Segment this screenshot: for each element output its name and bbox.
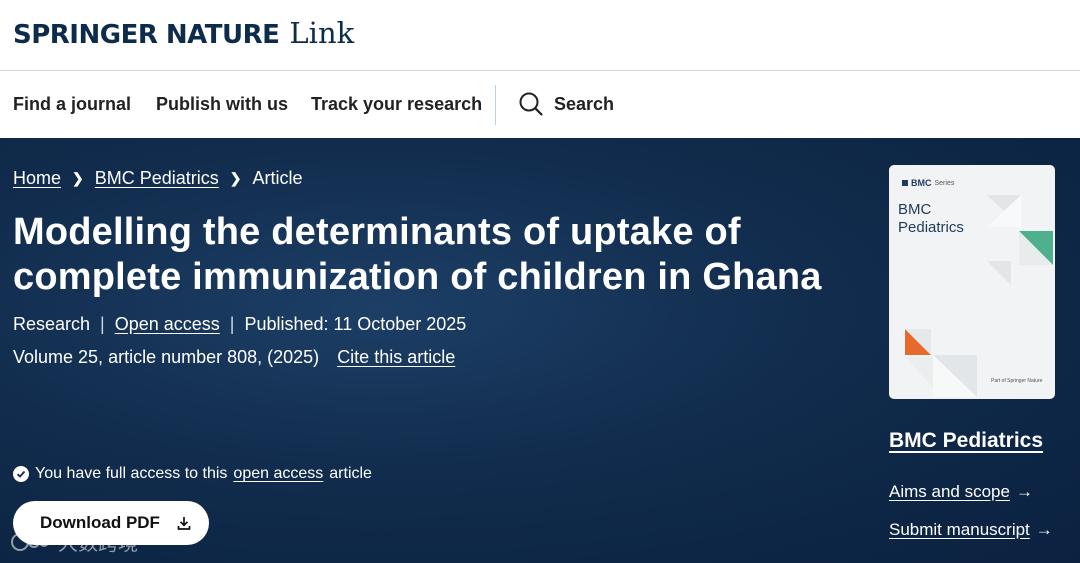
access-note: You have full access to this open access… bbox=[13, 465, 372, 483]
cover-title: BMC Pediatrics bbox=[898, 201, 964, 237]
chevron-right-icon: ❯ bbox=[229, 170, 242, 186]
cover-title-line2: Pediatrics bbox=[898, 219, 964, 236]
volume-info: Volume 25, article number 808, (2025) bbox=[13, 347, 320, 367]
bmc-logo-icon bbox=[902, 180, 908, 186]
article-citation-meta: Volume 25, article number 808, (2025) Ci… bbox=[13, 347, 455, 368]
access-prefix: You have full access to this bbox=[35, 465, 228, 482]
journal-name-link[interactable]: BMC Pediatrics bbox=[889, 429, 1043, 453]
brand-main: SPRINGER NATURE bbox=[13, 20, 280, 50]
watermark-text: 大数跨境 bbox=[58, 533, 138, 555]
cover-brand-text: BMC bbox=[911, 178, 932, 188]
search-button[interactable]: Search bbox=[518, 91, 614, 117]
search-label: Search bbox=[554, 93, 615, 114]
journal-cover[interactable]: BMC Series BMC Pediatrics Part of Spring… bbox=[889, 165, 1055, 399]
aims-scope-label: Aims and scope bbox=[889, 482, 1010, 501]
article-meta: Research | Open access | Published: 11 O… bbox=[13, 314, 466, 335]
submit-manuscript-link[interactable]: Submit manuscript → bbox=[889, 520, 1053, 540]
submit-manuscript-label: Submit manuscript bbox=[889, 520, 1030, 539]
aims-scope-link[interactable]: Aims and scope → bbox=[889, 482, 1033, 502]
access-suffix: article bbox=[329, 465, 372, 482]
published-date: Published: 11 October 2025 bbox=[244, 314, 467, 334]
meta-separator: | bbox=[100, 314, 105, 334]
nav-track-research[interactable]: Track your research bbox=[311, 94, 482, 115]
download-icon bbox=[177, 517, 191, 530]
watermark: 大数跨境 bbox=[10, 527, 138, 556]
cover-brand: BMC Series bbox=[902, 178, 954, 188]
article-hero: Home ❯ BMC Pediatrics ❯ Article Modellin… bbox=[0, 138, 1080, 563]
breadcrumb-current: Article bbox=[252, 168, 303, 188]
access-open-access-link[interactable]: open access bbox=[233, 465, 323, 483]
cover-footer: Part of Springer Nature bbox=[991, 378, 1043, 384]
breadcrumb-home[interactable]: Home bbox=[13, 168, 61, 189]
arrow-right-icon: → bbox=[1035, 520, 1053, 539]
search-icon bbox=[519, 92, 543, 116]
main-nav: Find a journal Publish with us Track you… bbox=[0, 71, 1080, 138]
watermark-logo-icon bbox=[11, 532, 49, 551]
open-access-link[interactable]: Open access bbox=[115, 314, 220, 335]
brand-bar: SPRINGER NATURE Link bbox=[0, 0, 1080, 71]
meta-separator: | bbox=[229, 314, 235, 334]
nav-publish-with-us[interactable]: Publish with us bbox=[156, 94, 288, 115]
article-type: Research bbox=[13, 314, 91, 334]
breadcrumb-journal[interactable]: BMC Pediatrics bbox=[95, 168, 219, 189]
arrow-right-icon: → bbox=[1015, 482, 1033, 501]
springer-nature-link-logo[interactable]: SPRINGER NATURE Link bbox=[13, 16, 354, 50]
cite-article-link[interactable]: Cite this article bbox=[337, 347, 455, 368]
nav-divider bbox=[495, 85, 496, 125]
check-circle-icon bbox=[13, 466, 29, 482]
breadcrumb: Home ❯ BMC Pediatrics ❯ Article bbox=[13, 168, 303, 189]
brand-sub: Link bbox=[289, 16, 355, 50]
cover-series: Series bbox=[934, 179, 955, 187]
chevron-right-icon: ❯ bbox=[72, 170, 84, 186]
article-title: Modelling the determinants of uptake of … bbox=[13, 211, 822, 298]
nav-find-journal[interactable]: Find a journal bbox=[13, 94, 131, 115]
cover-title-line1: BMC bbox=[898, 201, 932, 218]
